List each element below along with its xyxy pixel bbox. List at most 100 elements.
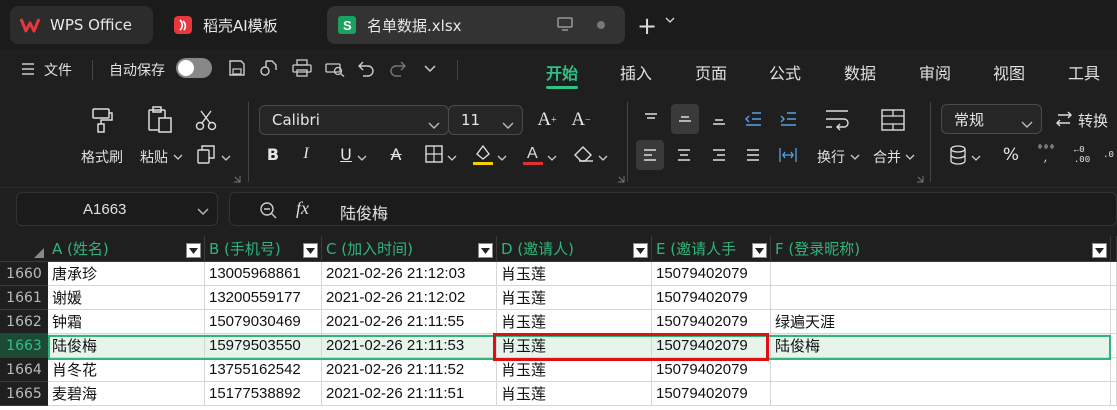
strikethrough-icon[interactable]: A — [386, 144, 406, 164]
table-cell[interactable]: 13755162542 — [205, 358, 322, 382]
chevron-down-icon[interactable] — [197, 205, 209, 220]
export-pdf-icon[interactable] — [260, 59, 278, 81]
chevron-down-icon[interactable] — [423, 63, 437, 79]
table-cell[interactable] — [1111, 358, 1117, 382]
table-cell[interactable]: 13005968861 — [205, 262, 322, 286]
chevron-down-icon[interactable] — [850, 150, 860, 165]
table-cell[interactable]: 肖玉莲 — [497, 262, 652, 286]
column-header[interactable]: C (加入时间) — [322, 236, 497, 262]
increase-indent-icon[interactable] — [775, 106, 801, 132]
currency-stack-icon[interactable] — [948, 144, 968, 166]
table-cell[interactable]: 15079402079 — [652, 262, 771, 286]
table-cell[interactable]: 15079402079 — [652, 382, 771, 406]
monitor-icon[interactable] — [557, 17, 573, 35]
chevron-down-icon[interactable] — [357, 151, 367, 166]
italic-icon[interactable]: I — [297, 144, 315, 164]
dialog-launcher-icon[interactable] — [233, 172, 241, 187]
dialog-launcher-icon[interactable] — [617, 172, 625, 187]
new-tab-plus-icon[interactable]: + — [637, 12, 657, 40]
font-name-select[interactable]: Calibri — [259, 105, 449, 135]
table-cell[interactable] — [771, 286, 1111, 310]
wrap-label[interactable]: 换行 — [817, 147, 845, 167]
distributed-align-icon[interactable] — [775, 142, 801, 168]
select-all-corner[interactable] — [0, 236, 48, 262]
tab-template[interactable]: 稻壳AI模板 — [163, 6, 313, 44]
column-header[interactable]: D (邀请人) — [497, 236, 652, 262]
table-cell[interactable] — [771, 358, 1111, 382]
table-cell[interactable]: 肖玉莲 — [497, 310, 652, 334]
autosave-toggle[interactable] — [176, 58, 212, 78]
align-right-icon[interactable] — [706, 142, 732, 168]
table-cell[interactable]: 2021-02-26 21:12:03 — [322, 262, 497, 286]
dialog-launcher-icon[interactable] — [916, 172, 924, 187]
table-cell[interactable]: 15177538892 — [205, 382, 322, 406]
table-cell[interactable]: 15079402079 — [652, 358, 771, 382]
table-cell[interactable]: 15079402079 — [652, 286, 771, 310]
redo-icon[interactable] — [390, 59, 406, 81]
table-cell[interactable] — [771, 382, 1111, 406]
table-cell[interactable]: 2021-02-26 21:12:02 — [322, 286, 497, 310]
filter-dropdown-icon[interactable] — [1092, 243, 1107, 258]
percent-icon[interactable]: % — [1000, 144, 1022, 166]
decrease-indent-icon[interactable] — [740, 106, 766, 132]
table-cell[interactable] — [1111, 310, 1117, 334]
function-fx-icon[interactable]: fx — [296, 198, 309, 219]
zoom-search-icon[interactable] — [259, 201, 277, 223]
filter-dropdown-icon[interactable] — [633, 243, 648, 258]
row-header[interactable]: 1660 — [0, 262, 48, 286]
hamburger-icon[interactable] — [22, 62, 34, 80]
filter-dropdown-icon[interactable] — [186, 243, 201, 258]
table-cell[interactable]: 陆俊梅 — [48, 334, 205, 358]
clear-format-icon[interactable] — [573, 144, 595, 164]
align-left-icon[interactable] — [636, 140, 664, 170]
table-cell[interactable]: 15979503550 — [205, 334, 322, 358]
table-cell[interactable] — [1111, 382, 1117, 406]
row-header[interactable]: 1665 — [0, 382, 48, 406]
row-header[interactable]: 1664 — [0, 358, 48, 382]
formula-input-area[interactable]: fx 陆俊梅 — [229, 192, 1117, 226]
table-cell[interactable] — [1111, 286, 1117, 310]
table-cell[interactable]: 肖玉莲 — [497, 286, 652, 310]
print-icon[interactable] — [292, 59, 312, 81]
table-cell[interactable] — [771, 262, 1111, 286]
menu-tab-view[interactable]: 视图 — [993, 60, 1025, 84]
align-top-icon[interactable] — [638, 106, 664, 132]
table-cell[interactable]: 15079030469 — [205, 310, 322, 334]
paste-label[interactable]: 粘贴 — [140, 147, 168, 167]
merge-label[interactable]: 合并 — [873, 147, 901, 167]
increase-font-icon[interactable]: A + — [535, 108, 559, 132]
format-painter-label[interactable]: 格式刷 — [81, 147, 123, 167]
align-bottom-icon[interactable] — [706, 106, 732, 132]
menu-tab-review[interactable]: 审阅 — [919, 60, 951, 84]
align-middle-icon[interactable] — [671, 104, 699, 134]
tab-spreadsheet[interactable]: S 名单数据.xlsx — [327, 6, 625, 44]
filter-dropdown-icon[interactable] — [303, 243, 318, 258]
decrease-font-icon[interactable]: A − — [569, 108, 593, 132]
row-header[interactable]: 1662 — [0, 310, 48, 334]
number-format-select[interactable]: 常规 — [941, 104, 1042, 134]
table-cell[interactable] — [1111, 334, 1117, 358]
table-cell[interactable]: 绿遍天涯 — [771, 310, 1111, 334]
chevron-down-icon[interactable] — [173, 150, 183, 165]
bold-icon[interactable]: B — [264, 144, 282, 164]
chevron-down-icon[interactable] — [971, 151, 981, 166]
menu-tab-home[interactable]: 开始 — [546, 60, 578, 84]
cut-icon[interactable] — [194, 108, 218, 132]
chevron-down-icon[interactable] — [497, 151, 507, 166]
increase-decimal-icon[interactable]: ←0.00 — [1069, 142, 1095, 168]
filter-dropdown-icon[interactable] — [752, 243, 767, 258]
undo-icon[interactable] — [358, 59, 374, 81]
menu-tab-tools[interactable]: 工具 — [1068, 60, 1100, 84]
table-cell[interactable]: 麦碧海 — [48, 382, 205, 406]
table-cell[interactable]: 15079402079 — [652, 334, 771, 358]
column-header[interactable]: A (姓名) — [48, 236, 205, 262]
table-cell[interactable]: 13200559177 — [205, 286, 322, 310]
tab-wps-office[interactable]: WPS Office — [10, 6, 153, 44]
decrease-decimal-icon[interactable]: .0 — [1100, 142, 1117, 168]
column-header[interactable]: B (手机号) — [205, 236, 322, 262]
table-cell[interactable]: 唐承珍 — [48, 262, 205, 286]
table-cell[interactable] — [1111, 262, 1117, 286]
convert-label[interactable]: 转换 — [1078, 110, 1108, 131]
chevron-down-icon[interactable] — [221, 151, 231, 166]
table-cell[interactable]: 15079402079 — [652, 310, 771, 334]
